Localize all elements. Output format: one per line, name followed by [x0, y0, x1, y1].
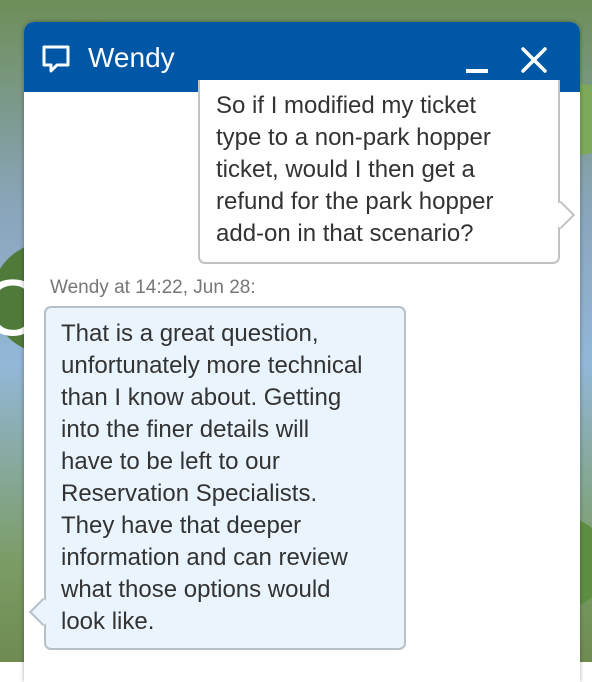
bubble-tail [28, 597, 58, 627]
user-message-text: So if I modified my ticket type to a non… [216, 92, 494, 247]
bubble-tail [546, 200, 576, 230]
speech-bubble-icon [42, 45, 70, 73]
minimize-button[interactable] [462, 44, 492, 74]
chat-title: Wendy [88, 42, 175, 73]
agent-sender-label: Wendy at 14:22, Jun 28: [50, 277, 256, 298]
close-icon [521, 47, 547, 73]
chat-window: Wendy So if I modified my ticket type to… [24, 22, 580, 682]
close-button[interactable] [518, 44, 550, 76]
agent-message-bubble: That is a great question, unfortunately … [28, 306, 406, 650]
user-message-bubble: So if I modified my ticket type to a non… [198, 80, 576, 264]
agent-message-text: That is a great question, unfortunately … [61, 320, 363, 635]
message-list[interactable]: So if I modified my ticket type to a non… [24, 80, 580, 682]
